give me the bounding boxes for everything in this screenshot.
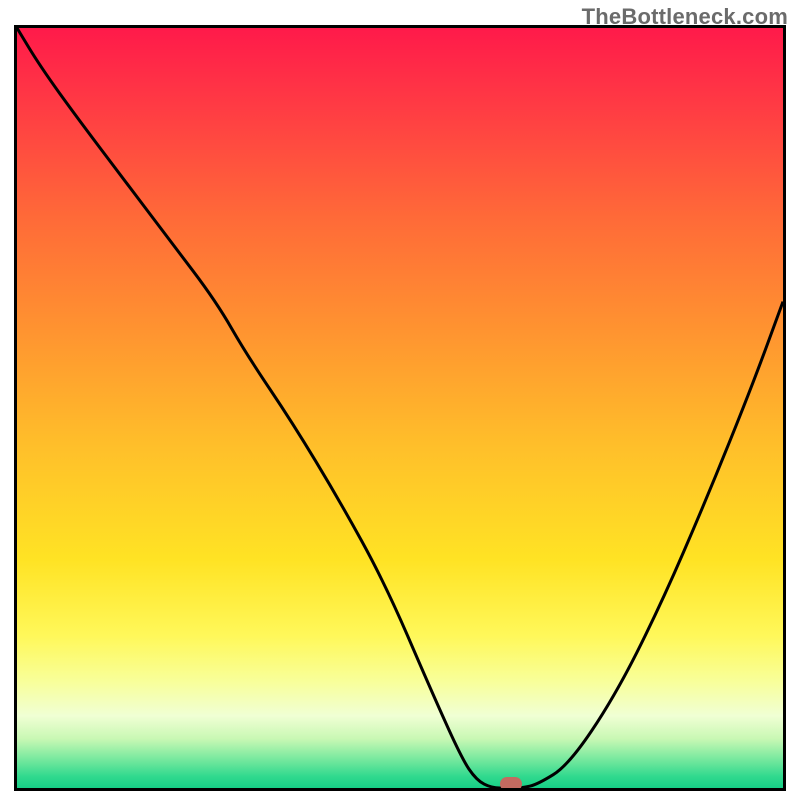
watermark-text: TheBottleneck.com — [582, 4, 788, 30]
bottleneck-chart: TheBottleneck.com — [0, 0, 800, 800]
bottleneck-curve — [17, 28, 783, 788]
plot-area — [17, 28, 783, 788]
curve-path — [17, 28, 783, 788]
